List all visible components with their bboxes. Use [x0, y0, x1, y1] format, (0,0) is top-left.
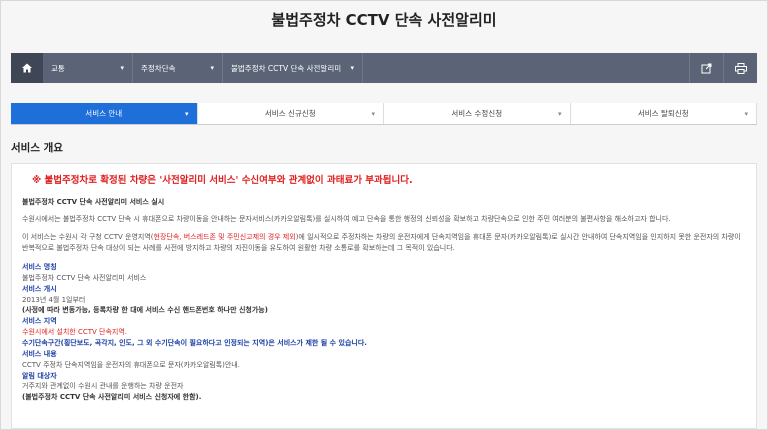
tab-service-info[interactable]: 서비스 안내 ▾: [11, 103, 198, 124]
service-area-heading: 서비스 지역: [22, 317, 57, 326]
chevron-down-icon: ▾: [557, 109, 562, 118]
service-start-note: (사정에 따라 변동가능, 등록차량 한 대에 서비스 수신 핸드폰번호 하나만…: [22, 306, 268, 315]
tab-label: 서비스 수정신청: [451, 109, 503, 118]
service-start-heading: 서비스 개시: [22, 284, 57, 293]
service-start-value: 2013년 4월 1일부터: [22, 295, 86, 304]
tab-bar: 서비스 안내 ▾ 서비스 신규신청 ▾ 서비스 수정신청 ▾ 서비스 탈퇴신청 …: [11, 103, 757, 125]
page-frame: 불법주정차 CCTV 단속 사전알리미 교통 ▾ 주정차단속 ▾ 불법주정차 C…: [0, 0, 768, 430]
tab-withdraw-application[interactable]: 서비스 탈퇴신청 ▾: [571, 103, 757, 124]
breadcrumb-item-service[interactable]: 불법주정차 CCTV 단속 사전알리미 ▾: [223, 53, 363, 83]
target-value: 거주지와 관계없이 수원시 관내를 운행하는 차량 운전자: [22, 382, 184, 391]
section-title: 서비스 개요: [11, 142, 63, 154]
home-button[interactable]: [11, 53, 43, 83]
service-area-value: 수원시에서 설치한 CCTV 단속지역.: [22, 328, 128, 337]
tab-label: 서비스 신규신청: [264, 109, 316, 118]
chevron-down-icon: ▾: [744, 109, 748, 118]
purpose-text-start: 이 서비스는 수원시 각 구청 CCTV 운영지역(: [22, 233, 154, 242]
tab-label: 서비스 탈퇴신청: [637, 109, 689, 118]
breadcrumb-item-parking[interactable]: 주정차단속 ▾: [133, 53, 223, 83]
purpose-paragraph: 이 서비스는 수원시 각 구청 CCTV 운영지역(현장단속, 버스레드존 및 …: [22, 232, 746, 254]
home-icon: [22, 63, 32, 73]
service-content-value: CCTV 주정차 단속지역임을 운전자의 휴대폰으로 문자(카카오알림톡)안내.: [22, 360, 240, 369]
service-area-restriction: 수기단속구간(횡단보도, 곡각지, 인도, 그 외 수기단속이 필요하다고 인정…: [22, 339, 367, 347]
tab-modify-application[interactable]: 서비스 수정신청 ▾: [384, 103, 571, 124]
chevron-down-icon: ▾: [184, 109, 189, 118]
chevron-down-icon: ▾: [350, 64, 354, 72]
share-button[interactable]: [689, 53, 723, 83]
tab-label: 서비스 안내: [85, 109, 123, 118]
service-content-heading: 서비스 내용: [22, 349, 57, 358]
chevron-down-icon: ▾: [371, 109, 375, 118]
content-box: ※ 불법주정차로 확정된 차량은 '사전알리미 서비스' 수신여부와 관계없이 …: [11, 163, 757, 429]
page-title: 불법주정차 CCTV 단속 사전알리미: [271, 11, 497, 29]
chevron-down-icon: ▾: [120, 64, 124, 72]
service-name-value: 불법주정차 CCTV 단속 사전알리미 서비스: [22, 273, 147, 282]
tab-new-application[interactable]: 서비스 신규신청 ▾: [198, 103, 384, 124]
share-icon: [701, 63, 712, 73]
chevron-down-icon: ▾: [210, 64, 214, 72]
breadcrumb-label: 주정차단속: [141, 63, 176, 73]
print-icon: [734, 62, 747, 74]
service-name-heading: 서비스 명칭: [22, 263, 57, 272]
target-note: (불법주정차 CCTV 단속 사전알리미 서비스 신청자에 한함).: [22, 393, 202, 402]
breadcrumb: 교통 ▾ 주정차단속 ▾ 불법주정차 CCTV 단속 사전알리미 ▾: [11, 53, 757, 83]
breadcrumb-label: 교통: [51, 63, 65, 73]
breadcrumb-label: 불법주정차 CCTV 단속 사전알리미: [231, 63, 342, 73]
content-subtitle: 불법주정차 CCTV 단속 사전알리미 서비스 실시: [22, 197, 165, 206]
breadcrumb-item-traffic[interactable]: 교통 ▾: [43, 53, 133, 83]
target-heading: 알림 대상자: [22, 371, 57, 380]
penalty-warning: ※ 불법주정차로 확정된 차량은 '사전알리미 서비스' 수신여부와 관계없이 …: [32, 175, 413, 186]
print-button[interactable]: [723, 53, 757, 83]
intro-paragraph: 수원시에서는 불법주정차 CCTV 단속 시 휴대폰으로 차량이동을 안내하는 …: [22, 214, 671, 223]
excluded-areas-note: 현장단속, 버스레드존 및 주민신고제의 경우 제외: [153, 233, 296, 242]
